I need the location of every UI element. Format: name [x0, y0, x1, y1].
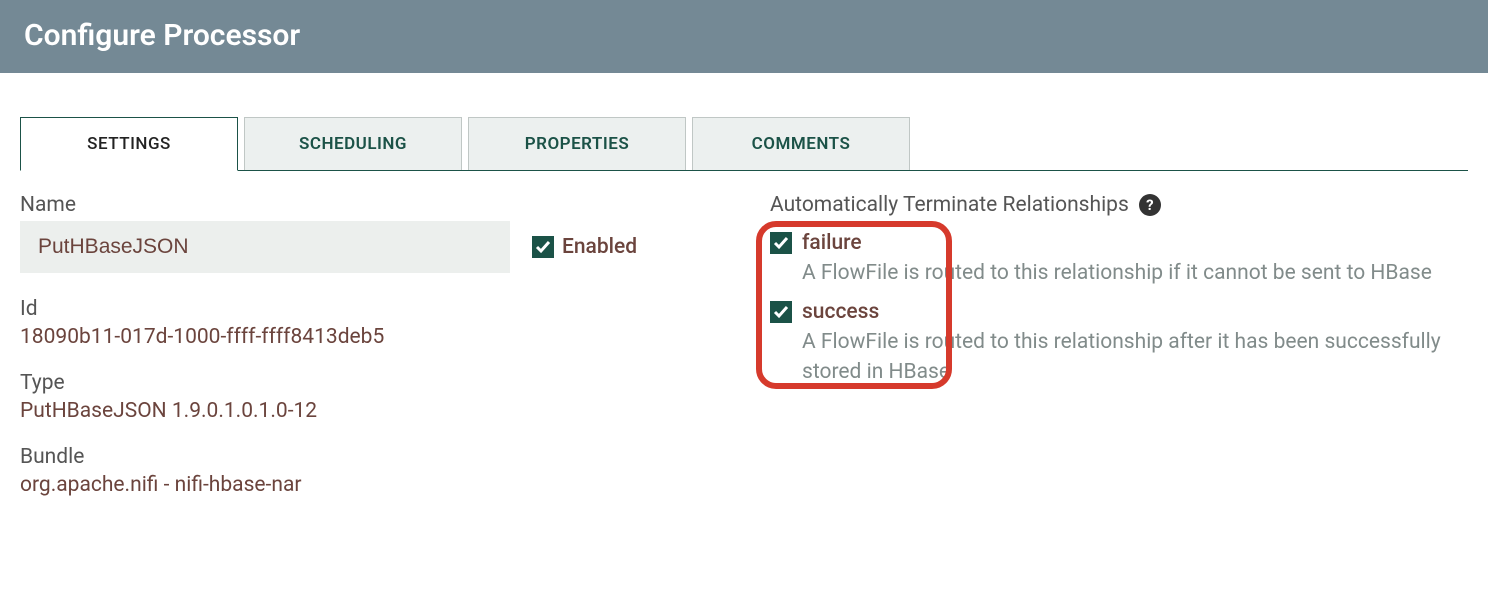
dialog-title: Configure Processor: [24, 18, 300, 53]
tab-settings[interactable]: SETTINGS: [20, 117, 238, 171]
name-row: Enabled: [20, 221, 710, 273]
type-value: PutHBaseJSON 1.9.0.1.0.1.0-12: [20, 399, 710, 423]
relationship-item: success A FlowFile is routed to this rel…: [770, 300, 1468, 387]
tab-properties[interactable]: PROPERTIES: [468, 117, 686, 170]
relationship-item: failure A FlowFile is routed to this rel…: [770, 231, 1468, 288]
tab-bar: SETTINGS SCHEDULING PROPERTIES COMMENTS: [20, 117, 1468, 171]
relationships-list: failure A FlowFile is routed to this rel…: [770, 231, 1468, 387]
relationship-name: failure: [802, 231, 862, 255]
bundle-label: Bundle: [20, 445, 710, 469]
relationship-name: success: [802, 300, 879, 324]
relationship-failure[interactable]: failure: [770, 231, 1468, 255]
relationships-label: Automatically Terminate Relationships: [770, 193, 1129, 217]
help-icon[interactable]: ?: [1139, 194, 1161, 216]
bundle-value: org.apache.nifi - nifi-hbase-nar: [20, 473, 710, 497]
relationships-header: Automatically Terminate Relationships ?: [770, 193, 1468, 217]
relationship-success[interactable]: success: [770, 300, 1468, 324]
enabled-label: Enabled: [562, 235, 637, 259]
checkbox-checked-icon: [532, 236, 554, 258]
relationship-description: A FlowFile is routed to this relationshi…: [802, 259, 1442, 288]
type-label: Type: [20, 371, 710, 395]
name-input[interactable]: [20, 221, 510, 273]
right-column: Automatically Terminate Relationships ? …: [770, 193, 1468, 519]
left-column: Name Enabled Id 18090b11-017d-1000-ffff-…: [20, 193, 710, 519]
enabled-toggle[interactable]: Enabled: [532, 235, 637, 259]
tab-label: SCHEDULING: [299, 134, 407, 154]
dialog-content: SETTINGS SCHEDULING PROPERTIES COMMENTS …: [0, 117, 1488, 519]
dialog-header: Configure Processor: [0, 0, 1488, 73]
tab-label: COMMENTS: [752, 134, 851, 154]
checkbox-checked-icon: [770, 232, 792, 254]
bundle-block: Bundle org.apache.nifi - nifi-hbase-nar: [20, 445, 710, 497]
id-value: 18090b11-017d-1000-ffff-ffff8413deb5: [20, 325, 710, 349]
tab-label: PROPERTIES: [525, 134, 630, 154]
id-block: Id 18090b11-017d-1000-ffff-ffff8413deb5: [20, 297, 710, 349]
relationship-description: A FlowFile is routed to this relationshi…: [802, 328, 1442, 387]
tab-label: SETTINGS: [87, 134, 171, 154]
tab-scheduling[interactable]: SCHEDULING: [244, 117, 462, 170]
type-block: Type PutHBaseJSON 1.9.0.1.0.1.0-12: [20, 371, 710, 423]
name-label: Name: [20, 193, 710, 217]
id-label: Id: [20, 297, 710, 321]
checkbox-checked-icon: [770, 301, 792, 323]
tab-comments[interactable]: COMMENTS: [692, 117, 910, 170]
settings-panel: Name Enabled Id 18090b11-017d-1000-ffff-…: [20, 171, 1468, 519]
